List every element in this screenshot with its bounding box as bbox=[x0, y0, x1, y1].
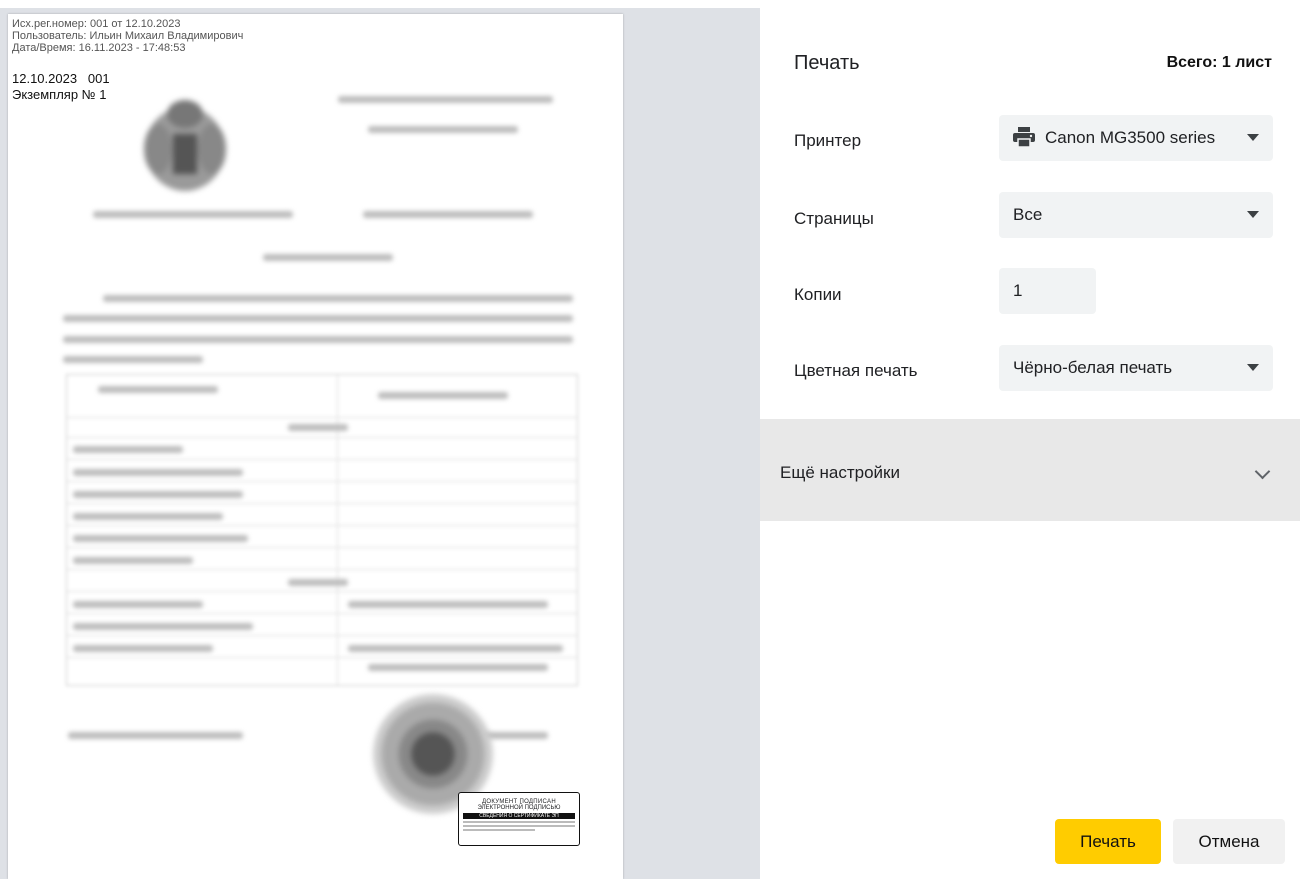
more-settings-label: Ещё настройки bbox=[780, 463, 900, 482]
blurred-text bbox=[98, 386, 218, 393]
cancel-button[interactable]: Отмена bbox=[1173, 819, 1285, 864]
meta-line-datetime: Дата/Время: 16.11.2023 - 17:48:53 bbox=[12, 42, 186, 54]
more-settings-toggle[interactable]: Ещё настройки bbox=[760, 419, 1300, 521]
blurred-text bbox=[68, 732, 243, 739]
printer-label: Принтер bbox=[794, 131, 862, 150]
blurred-text bbox=[103, 295, 573, 302]
copies-label: Копии bbox=[794, 285, 842, 304]
blurred-text bbox=[73, 513, 223, 520]
blurred-text bbox=[368, 664, 548, 671]
blurred-text bbox=[93, 211, 293, 218]
pages-label: Страницы bbox=[794, 209, 874, 228]
blurred-text bbox=[73, 623, 253, 630]
printer-value: Canon MG3500 series bbox=[1045, 128, 1216, 147]
document-number-block: 12.10.2023 001 Экземпляр № 1 bbox=[12, 71, 110, 103]
preview-page: Исх.рег.номер: 001 от 12.10.2023 Пользов… bbox=[8, 14, 623, 879]
stamp-fine-print bbox=[463, 821, 575, 823]
blurred-text bbox=[348, 645, 563, 652]
blurred-text bbox=[378, 392, 508, 399]
blurred-text bbox=[348, 601, 548, 608]
blurred-text bbox=[73, 601, 203, 608]
blurred-text bbox=[73, 557, 193, 564]
blurred-text bbox=[73, 645, 213, 652]
pages-select[interactable]: Все bbox=[999, 192, 1273, 238]
blurred-text bbox=[63, 315, 573, 322]
total-sheets: Всего: 1 лист bbox=[1166, 54, 1272, 71]
blurred-text bbox=[73, 469, 243, 476]
printer-select[interactable]: Canon MG3500 series bbox=[999, 115, 1273, 161]
blurred-text bbox=[368, 126, 518, 133]
copy-number: Экземпляр № 1 bbox=[12, 87, 107, 102]
stamp-line-2: ЭЛЕКТРОННОЙ ПОДПИСЬЮ bbox=[477, 805, 561, 811]
stamp-bar: СВЕДЕНИЯ О СЕРТИФИКАТЕ ЭП bbox=[463, 813, 575, 819]
blurred-text bbox=[63, 356, 203, 363]
printer-icon bbox=[1013, 126, 1035, 147]
blurred-text bbox=[263, 254, 393, 261]
chevron-down-icon bbox=[1247, 364, 1259, 371]
pages-value: Все bbox=[1013, 205, 1043, 224]
blurred-text bbox=[73, 535, 248, 542]
blurred-text bbox=[288, 424, 348, 431]
chevron-down-icon bbox=[1247, 134, 1259, 141]
chevron-down-icon bbox=[1247, 211, 1259, 218]
chevron-down-icon bbox=[1254, 463, 1271, 480]
registration-meta: Исх.рег.номер: 001 от 12.10.2023 Пользов… bbox=[12, 18, 243, 54]
blurred-text bbox=[63, 336, 573, 343]
stamp-fine-print bbox=[463, 829, 535, 831]
color-mode-select[interactable]: Чёрно-белая печать bbox=[999, 345, 1273, 391]
blurred-text bbox=[288, 579, 348, 586]
blurred-table bbox=[66, 374, 578, 686]
stamp-fine-print bbox=[463, 825, 575, 827]
coat-of-arms-image bbox=[144, 100, 226, 191]
panel-title: Печать bbox=[794, 52, 860, 74]
doc-date-number: 12.10.2023 001 bbox=[12, 71, 110, 86]
copies-input[interactable]: 1 bbox=[999, 268, 1096, 314]
blurred-text bbox=[338, 96, 553, 103]
blurred-text bbox=[363, 211, 533, 218]
print-button[interactable]: Печать bbox=[1055, 819, 1161, 864]
print-settings-panel: Печать Всего: 1 лист Принтер Canon MG350… bbox=[760, 8, 1300, 879]
e-signature-stamp: ДОКУМЕНТ ПОДПИСАН ЭЛЕКТРОННОЙ ПОДПИСЬЮ С… bbox=[458, 792, 580, 846]
meta-line-user: Пользователь: Ильин Михаил Владимирович bbox=[12, 30, 244, 42]
blurred-text bbox=[73, 446, 183, 453]
blurred-text bbox=[73, 491, 243, 498]
color-mode-value: Чёрно-белая печать bbox=[1013, 358, 1173, 377]
meta-line-reg-number: Исх.рег.номер: 001 от 12.10.2023 bbox=[12, 18, 181, 30]
color-label: Цветная печать bbox=[794, 361, 918, 380]
